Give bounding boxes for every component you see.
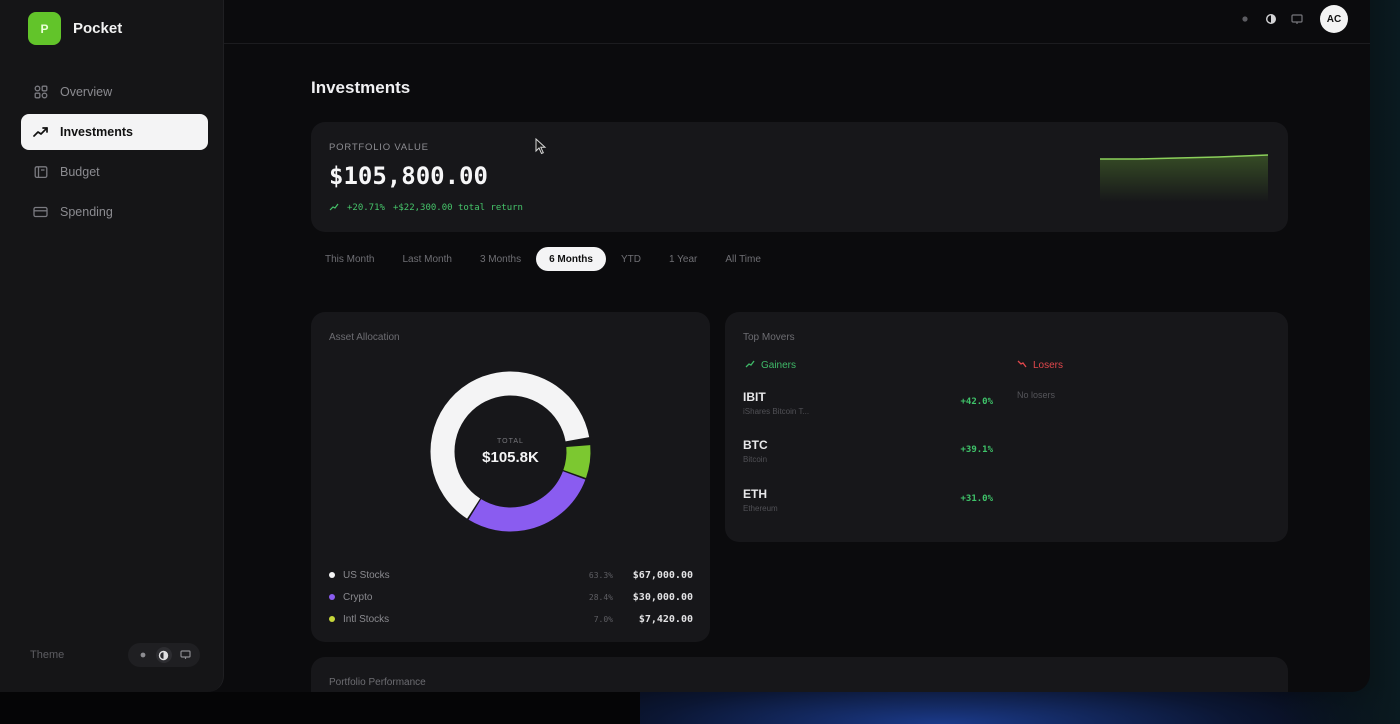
trending-up-icon [329, 203, 339, 214]
allocation-legend: US Stocks 63.3% $67,000.00 Crypto 28.4% … [329, 564, 693, 630]
system-icon[interactable] [177, 647, 193, 663]
legend-name: Intl Stocks [343, 613, 390, 625]
legend-name: Crypto [343, 591, 373, 603]
mover-symbol: IBIT [743, 390, 766, 404]
portfolio-performance-card: Portfolio Performance [311, 657, 1288, 692]
mouse-cursor-icon [535, 138, 547, 155]
legend-dot [329, 594, 335, 600]
avatar[interactable]: AC [1320, 5, 1348, 33]
trending-up-icon [33, 125, 48, 140]
brand-logo: P [28, 12, 61, 45]
theme-label: Theme [30, 649, 65, 661]
card-title: Asset Allocation [329, 332, 400, 343]
sidebar-item-label: Investments [60, 125, 133, 139]
legend-row-us-stocks: US Stocks 63.3% $67,000.00 [329, 564, 693, 586]
gainers-label: Gainers [761, 360, 797, 371]
theme-control: Theme [30, 643, 200, 667]
page-title: Investments [311, 78, 411, 97]
mover-change: +42.0% [960, 397, 993, 407]
light-icon[interactable] [135, 647, 151, 663]
donut-center: TOTAL $105.8K [428, 369, 593, 534]
sidebar-item-label: Spending [60, 205, 113, 219]
mover-name: iShares Bitcoin T... [743, 407, 810, 416]
mover-change: +39.1% [960, 445, 993, 455]
legend-row-intl-stocks: Intl Stocks 7.0% $7,420.00 [329, 608, 693, 630]
top-bar-actions: AC [1236, 5, 1348, 33]
legend-percent: 63.3% [588, 570, 613, 580]
trending-up-icon [745, 360, 755, 371]
losers-header: Losers [1017, 360, 1063, 371]
legend-row-crypto: Crypto 28.4% $30,000.00 [329, 586, 693, 608]
mover-name: Bitcoin [743, 455, 768, 464]
tab-3-months[interactable]: 3 Months [467, 247, 534, 271]
mover-symbol: BTC [743, 438, 768, 452]
tab-ytd[interactable]: YTD [608, 247, 654, 271]
portfolio-return: +20.71% +$22,300.00 total return [329, 203, 523, 214]
time-range-tabs: This Month Last Month 3 Months 6 Months … [312, 247, 776, 271]
asset-allocation-card: Asset Allocation TOTAL $105.8K US Stocks… [311, 312, 710, 642]
card-title: Top Movers [743, 332, 795, 343]
legend-value: $7,420.00 [638, 613, 693, 625]
losers-label: Losers [1033, 360, 1064, 371]
theme-switcher [128, 643, 200, 667]
top-bar: AC [224, 0, 1370, 44]
portfolio-sparkline [1100, 154, 1269, 202]
portfolio-value: $105,800.00 [329, 162, 488, 190]
mover-row-btc[interactable]: BTC Bitcoin +39.1% [743, 438, 993, 474]
tab-6-months[interactable]: 6 Months [536, 247, 606, 271]
return-percent: +20.71% [347, 203, 385, 213]
legend-percent: 7.0% [593, 614, 613, 624]
tab-this-month[interactable]: This Month [312, 247, 387, 271]
brand-name: Pocket [73, 20, 123, 37]
sidebar-item-label: Budget [60, 165, 100, 179]
donut-total-label: TOTAL [497, 437, 524, 445]
mover-row-eth[interactable]: ETH Ethereum +31.0% [743, 487, 993, 523]
tab-last-month[interactable]: Last Month [389, 247, 464, 271]
credit-card-icon [33, 205, 48, 220]
legend-value: $30,000.00 [632, 591, 693, 603]
mover-row-ibit[interactable]: IBIT iShares Bitcoin T... +42.0% [743, 390, 993, 426]
gainers-header: Gainers [745, 360, 796, 371]
dark-icon[interactable] [155, 647, 172, 663]
tab-all-time[interactable]: All Time [712, 247, 774, 271]
legend-value: $67,000.00 [632, 569, 693, 581]
sidebar: P Pocket Overview Investments Budget Spe… [0, 0, 224, 692]
sidebar-item-budget[interactable]: Budget [21, 154, 208, 190]
grid-icon [33, 85, 48, 100]
legend-dot [329, 616, 335, 622]
light-icon[interactable] [1236, 10, 1254, 28]
sidebar-item-investments[interactable]: Investments [21, 114, 208, 150]
donut-total-value: $105.8K [482, 448, 539, 466]
no-losers-text: No losers [1017, 390, 1056, 400]
card-title: Portfolio Performance [329, 677, 426, 688]
wallet-icon [33, 165, 48, 180]
mover-symbol: ETH [743, 487, 767, 501]
app-window: P Pocket Overview Investments Budget Spe… [0, 0, 1370, 692]
legend-name: US Stocks [343, 569, 390, 581]
brand[interactable]: P Pocket [28, 12, 122, 45]
sidebar-item-overview[interactable]: Overview [21, 74, 208, 110]
tab-1-year[interactable]: 1 Year [656, 247, 710, 271]
legend-dot [329, 572, 335, 578]
dark-icon[interactable] [1262, 10, 1280, 28]
sidebar-item-spending[interactable]: Spending [21, 194, 208, 230]
portfolio-value-card: PORTFOLIO VALUE $105,800.00 +20.71% +$22… [311, 122, 1288, 232]
top-movers-card: Top Movers Gainers Losers No losers IBIT… [725, 312, 1288, 542]
sidebar-nav: Overview Investments Budget Spending [21, 74, 208, 234]
return-amount: +$22,300.00 total return [392, 203, 523, 213]
portfolio-value-label: PORTFOLIO VALUE [329, 142, 429, 153]
legend-percent: 28.4% [588, 592, 613, 602]
trending-down-icon [1017, 360, 1027, 371]
sidebar-item-label: Overview [60, 85, 113, 99]
monitor-icon[interactable] [1288, 10, 1306, 28]
mover-name: Ethereum [743, 504, 778, 513]
mover-change: +31.0% [960, 494, 993, 504]
